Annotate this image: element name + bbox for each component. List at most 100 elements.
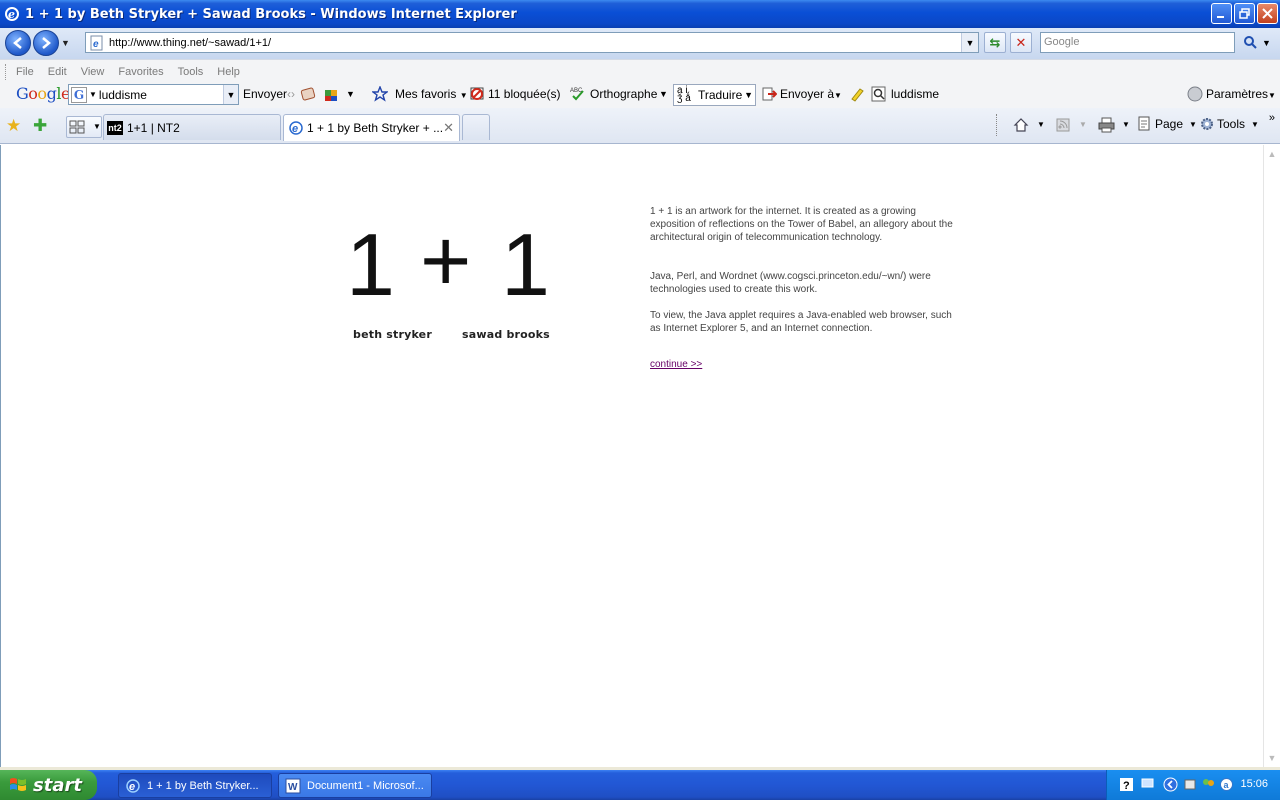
close-icon: [1262, 8, 1273, 19]
settings-button[interactable]: Paramètres▼: [1206, 87, 1276, 101]
svg-text:e: e: [129, 781, 135, 793]
favorites-center-icon[interactable]: ★: [6, 116, 21, 136]
bookmarks-button[interactable]: Mes favoris ▼: [395, 87, 468, 101]
restore-icon: [1239, 8, 1250, 19]
tab-list-dropdown-icon[interactable]: ▼: [93, 122, 101, 131]
svg-text:W: W: [288, 782, 298, 793]
tab-label: 1 + 1 by Beth Stryker + ...: [307, 121, 444, 135]
toolbar-separator-arrows: ‹›: [287, 87, 295, 101]
close-button[interactable]: [1257, 3, 1278, 24]
google-search-value[interactable]: luddisme: [99, 88, 147, 102]
home-dropdown-icon[interactable]: ▼: [1037, 120, 1045, 129]
stop-button[interactable]: ✕: [1010, 32, 1032, 53]
recent-pages-dropdown[interactable]: ▼: [61, 38, 70, 48]
minimize-button[interactable]: [1211, 3, 1232, 24]
vertical-scrollbar[interactable]: ▲ ▼: [1263, 145, 1280, 767]
menu-help[interactable]: Help: [217, 66, 240, 78]
back-arrow-icon: [13, 37, 22, 49]
menu-file[interactable]: File: [16, 66, 34, 78]
search-input[interactable]: Google: [1040, 32, 1235, 53]
new-tab-button[interactable]: [462, 114, 490, 140]
menu-favorites[interactable]: Favorites: [118, 66, 163, 78]
taskbar-item-label: 1 + 1 by Beth Stryker...: [147, 779, 259, 792]
quick-tabs-button[interactable]: ▼: [66, 116, 102, 138]
more-commands-chevron-icon[interactable]: »: [1269, 112, 1275, 124]
page-menu-button[interactable]: Page ▼: [1137, 116, 1197, 132]
tools-menu-button[interactable]: Tools ▼: [1199, 116, 1259, 132]
news-icon[interactable]: [300, 86, 316, 102]
tab-1plus1[interactable]: e 1 + 1 by Beth Stryker + ... ✕: [283, 114, 460, 141]
home-icon[interactable]: [1013, 117, 1029, 133]
google-menu-arrow-icon[interactable]: ▼: [89, 90, 97, 99]
google-send-button[interactable]: Envoyer: [243, 87, 287, 101]
users-icon[interactable]: [1201, 777, 1216, 792]
nt2-favicon: nt2: [107, 120, 123, 135]
description-paragraph: 1 + 1 is an artwork for the internet. It…: [650, 206, 953, 243]
tools-menu-label: Tools: [1217, 117, 1246, 131]
ie-icon: e: [5, 7, 19, 21]
feeds-dropdown-icon[interactable]: ▼: [1079, 120, 1087, 129]
add-favorite-icon[interactable]: ✚: [33, 116, 47, 136]
options-dropdown-icon[interactable]: ▼: [346, 89, 355, 99]
address-bar[interactable]: e http://www.thing.net/~sawad/1+1/ ▼: [85, 32, 979, 53]
requirements-paragraph: To view, the Java applet requires a Java…: [650, 310, 952, 334]
gear-icon: [1201, 118, 1213, 130]
taskbar-item-ie[interactable]: e 1 + 1 by Beth Stryker...: [118, 773, 272, 798]
taskbar: start e 1 + 1 by Beth Stryker... W Docum…: [0, 770, 1280, 800]
close-tab-icon[interactable]: ✕: [443, 120, 454, 136]
search-term-button[interactable]: luddisme: [891, 87, 939, 101]
title-bar: e 1 + 1 by Beth Stryker + Sawad Brooks -…: [0, 0, 1280, 28]
toolbar-grip: [5, 63, 8, 80]
spellcheck-dropdown-icon[interactable]: ▼: [659, 89, 668, 99]
scroll-up-icon[interactable]: ▲: [1266, 149, 1278, 159]
refresh-button[interactable]: ⇆: [984, 32, 1006, 53]
translate-button[interactable]: a iǯ ǻ Traduire ▼: [673, 84, 756, 106]
page-icon: e: [90, 35, 103, 50]
address-dropdown-icon[interactable]: ▼: [961, 33, 978, 52]
translate-dropdown-icon[interactable]: ▼: [744, 90, 753, 100]
send-to-button[interactable]: Envoyer à▼: [780, 87, 842, 101]
stop-icon: ✕: [1015, 34, 1027, 50]
windows-flag-icon: [10, 778, 26, 791]
highlighter-icon[interactable]: [849, 86, 865, 102]
menu-tools[interactable]: Tools: [178, 66, 204, 78]
url-text[interactable]: http://www.thing.net/~sawad/1+1/: [109, 37, 271, 49]
google-g-icon: G: [71, 86, 87, 103]
tab-nt2[interactable]: nt2 1+1 | NT2: [103, 114, 281, 140]
search-icon: [1243, 36, 1257, 49]
forward-button[interactable]: [33, 30, 59, 56]
feeds-icon[interactable]: [1056, 118, 1070, 132]
popup-blocker-button[interactable]: 11 bloquée(s): [488, 87, 561, 101]
tray-collapse-icon[interactable]: [1163, 777, 1178, 792]
spellcheck-button[interactable]: Orthographe: [590, 87, 657, 101]
menu-edit[interactable]: Edit: [48, 66, 67, 78]
menu-bar: File Edit View Favorites Tools Help: [0, 59, 1280, 83]
artwork-title: 1 + 1: [346, 211, 556, 315]
ie-page-icon: e: [289, 121, 303, 135]
taskbar-item-word[interactable]: W Document1 - Microsof...: [278, 773, 432, 798]
network-icon[interactable]: [1183, 777, 1198, 792]
security-icon[interactable]: a: [1219, 777, 1234, 792]
word-icon: W: [285, 778, 301, 793]
print-dropdown-icon[interactable]: ▼: [1122, 120, 1130, 129]
google-search-dropdown-icon[interactable]: ▼: [223, 85, 238, 104]
search-button[interactable]: [1239, 32, 1261, 53]
quick-tabs-icon: [69, 120, 85, 134]
puzzle-icon[interactable]: [323, 86, 339, 102]
monitor-icon[interactable]: [1141, 777, 1156, 792]
back-button[interactable]: [5, 30, 31, 56]
popup-blocker-icon: [470, 87, 484, 100]
scroll-down-icon[interactable]: ▼: [1266, 753, 1278, 763]
continue-link[interactable]: continue >>: [650, 359, 702, 370]
help-icon[interactable]: ?: [1119, 777, 1134, 792]
print-icon[interactable]: [1098, 117, 1115, 133]
refresh-icon: ⇆: [989, 34, 1001, 50]
search-options-dropdown[interactable]: ▼: [1262, 38, 1271, 48]
google-logo[interactable]: Google: [16, 84, 70, 103]
window-title: 1 + 1 by Beth Stryker + Sawad Brooks - W…: [25, 6, 517, 22]
menu-view[interactable]: View: [81, 66, 105, 78]
start-button[interactable]: start: [0, 770, 97, 800]
restore-button[interactable]: [1234, 3, 1255, 24]
page-icon: [1138, 116, 1150, 131]
google-search-field[interactable]: G ▼ luddisme ▼: [68, 84, 239, 105]
